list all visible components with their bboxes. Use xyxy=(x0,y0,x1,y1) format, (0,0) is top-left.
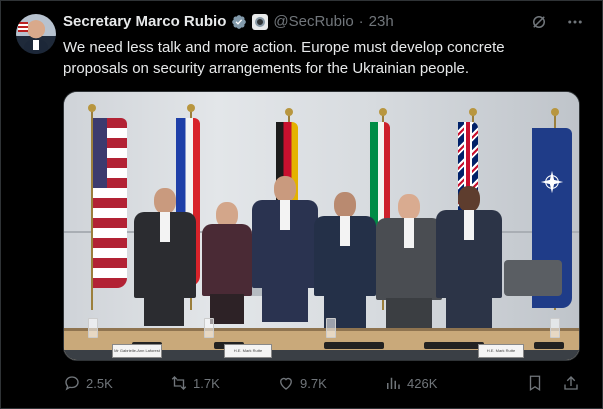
government-seal-icon[interactable] xyxy=(252,13,269,30)
like-count: 9.7K xyxy=(300,375,327,391)
reply-icon xyxy=(65,376,79,391)
separator-dot: · xyxy=(358,13,364,30)
nameplate: Mr Gabrielle-Ann Laforest xyxy=(112,344,162,358)
display-name[interactable]: Secretary Marco Rubio xyxy=(63,13,226,30)
tweet-text: We need less talk and more action. Europ… xyxy=(63,39,505,77)
verified-badge-icon[interactable] xyxy=(231,14,247,30)
tweet-header: Secretary Marco Rubio @SecRubio · 23h xyxy=(63,13,394,30)
repost-icon xyxy=(171,376,187,390)
italy-flag xyxy=(370,122,390,232)
share-icon[interactable] xyxy=(562,374,580,392)
nameplate: H.E. Mark Rutte xyxy=(478,344,524,358)
reply-count: 2.5K xyxy=(86,375,113,391)
tweet-actions: 2.5K 1.7K 9.7K 426K xyxy=(63,374,580,392)
more-options-icon[interactable] xyxy=(566,13,584,31)
top-actions xyxy=(530,13,584,31)
views-chart-icon xyxy=(387,377,400,389)
bookmark-icon[interactable] xyxy=(526,374,544,392)
repost-count: 1.7K xyxy=(193,375,220,391)
views-count: 426K xyxy=(407,375,438,391)
repost-button[interactable]: 1.7K xyxy=(170,374,277,392)
avatar-flag xyxy=(18,22,28,32)
tweet-card[interactable]: Secretary Marco Rubio @SecRubio · 23h We… xyxy=(0,0,603,409)
reply-button[interactable]: 2.5K xyxy=(63,374,170,392)
handle[interactable]: @SecRubio xyxy=(273,13,353,30)
heart-icon xyxy=(280,377,292,390)
avatar[interactable] xyxy=(16,14,56,54)
tweet-photo[interactable]: Mr Gabrielle-Ann Laforest H.E. Mark Rutt… xyxy=(63,91,580,361)
timestamp[interactable]: 23h xyxy=(369,13,394,30)
grok-icon[interactable] xyxy=(530,13,548,31)
nameplate: H.E. Mark Rutte xyxy=(224,344,272,358)
like-button[interactable]: 9.7K xyxy=(277,374,384,392)
views-button[interactable]: 426K xyxy=(384,374,514,392)
